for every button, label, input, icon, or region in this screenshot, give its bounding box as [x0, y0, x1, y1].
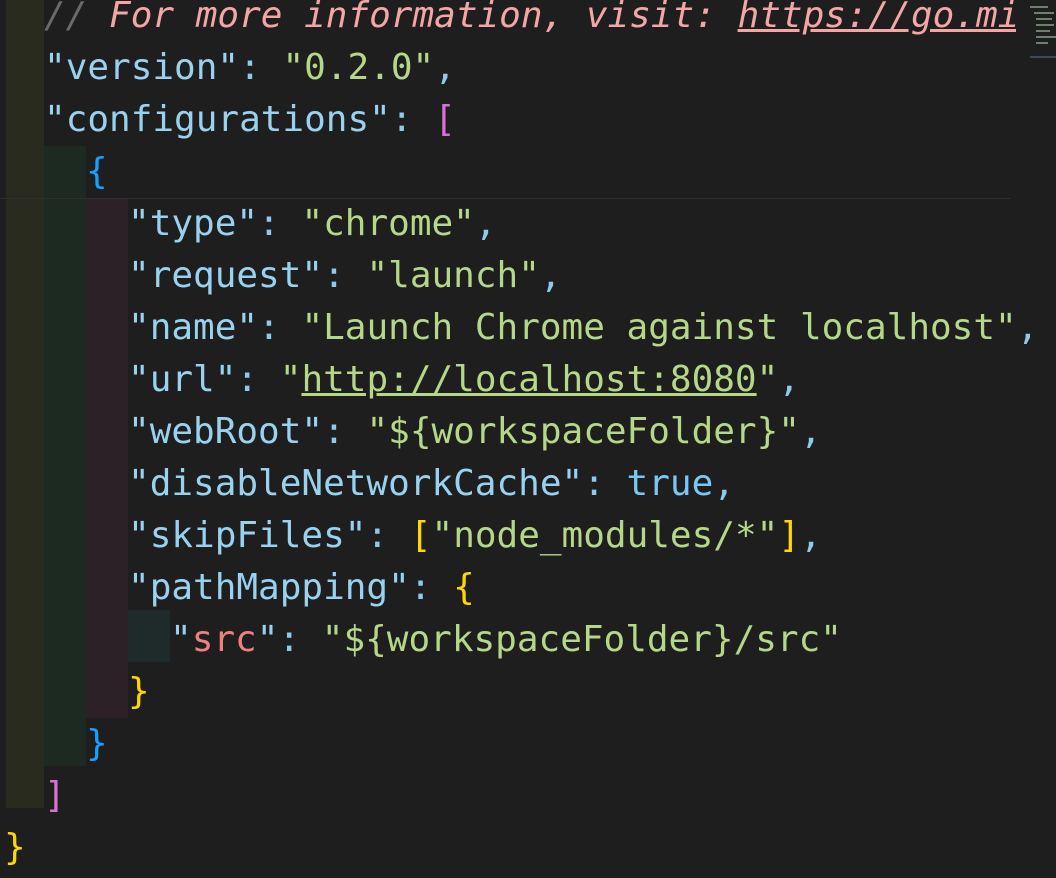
json-value: 0.2.0: [304, 47, 413, 88]
indent-guide-level-4: [128, 610, 170, 662]
minimap-line: [1036, 30, 1050, 32]
close-bracket: ]: [44, 775, 66, 816]
minimap[interactable]: [1016, 0, 1056, 62]
json-value: Launch Chrome against localhost: [323, 307, 996, 348]
code-line-object-close[interactable]: }: [86, 718, 108, 770]
json-value: chrome: [323, 203, 454, 244]
json-key: skipFiles: [149, 515, 345, 556]
minimap-line: [1036, 18, 1052, 20]
minimap-line: [1030, 6, 1048, 8]
code-line-src[interactable]: "src": "${workspaceFolder}/src": [170, 614, 842, 666]
code-line-object-open[interactable]: {: [86, 146, 108, 198]
json-key: configurations: [65, 99, 370, 140]
code-line-configurations[interactable]: "configurations": [: [44, 94, 456, 146]
code-line-type[interactable]: "type": "chrome",: [128, 198, 497, 250]
json-key: name: [149, 307, 237, 348]
code-line-name[interactable]: "name": "Launch Chrome against localhost…: [128, 302, 1038, 354]
comment-link[interactable]: https://go.mic: [738, 0, 1041, 36]
minimap-line: [1036, 36, 1056, 38]
comment-prefix: //: [44, 0, 110, 36]
json-value-link[interactable]: http://localhost:8080: [301, 359, 756, 400]
json-key: request: [149, 255, 302, 296]
code-line-path-mapping[interactable]: "pathMapping": {: [128, 562, 475, 614]
code-line-skip-files[interactable]: "skipFiles": ["node_modules/*"],: [128, 510, 822, 562]
json-key: pathMapping: [149, 567, 389, 608]
json-key: type: [149, 203, 237, 244]
indent-guide-level-3: [86, 198, 128, 718]
close-brace: }: [4, 827, 26, 868]
code-line-comment[interactable]: // For more information, visit: https://…: [44, 0, 1041, 42]
code-editor[interactable]: // For more information, visit: https://…: [0, 0, 1056, 878]
close-brace: }: [86, 723, 108, 764]
minimap-line: [1034, 12, 1054, 14]
json-value: ${workspaceFolder}/src: [343, 619, 821, 660]
code-line-version[interactable]: "version": "0.2.0",: [44, 42, 456, 94]
code-line-url[interactable]: "url": "http://localhost:8080",: [128, 354, 800, 406]
code-line-disable-network-cache[interactable]: "disableNetworkCache": true,: [128, 458, 735, 510]
code-line-webroot[interactable]: "webRoot": "${workspaceFolder}",: [128, 406, 822, 458]
json-value-boolean: true: [626, 463, 714, 504]
code-line-configurations-close[interactable]: ]: [44, 770, 66, 822]
json-key: webRoot: [149, 411, 302, 452]
json-key: disableNetworkCache: [149, 463, 562, 504]
json-value: ${workspaceFolder}: [388, 411, 779, 452]
code-line-request[interactable]: "request": "launch",: [128, 250, 562, 302]
code-line-path-mapping-close[interactable]: }: [128, 666, 150, 718]
json-value: launch: [388, 255, 519, 296]
open-brace: {: [86, 151, 108, 192]
minimap-line: [1036, 24, 1054, 26]
json-key: version: [65, 47, 218, 88]
json-key: src: [191, 619, 257, 660]
minimap-line: [1036, 42, 1048, 44]
comment-text: For more information, visit:: [109, 0, 738, 36]
close-brace: }: [128, 671, 150, 712]
json-key: url: [149, 359, 215, 400]
indent-guide-level-2: [44, 146, 86, 766]
json-value: node_modules/*: [453, 515, 757, 556]
minimap-slider[interactable]: [1030, 56, 1056, 58]
open-bracket: [: [434, 99, 456, 140]
open-brace: {: [453, 567, 475, 608]
code-line-root-close[interactable]: }: [4, 822, 26, 874]
indent-guide-level-1: [6, 0, 44, 808]
